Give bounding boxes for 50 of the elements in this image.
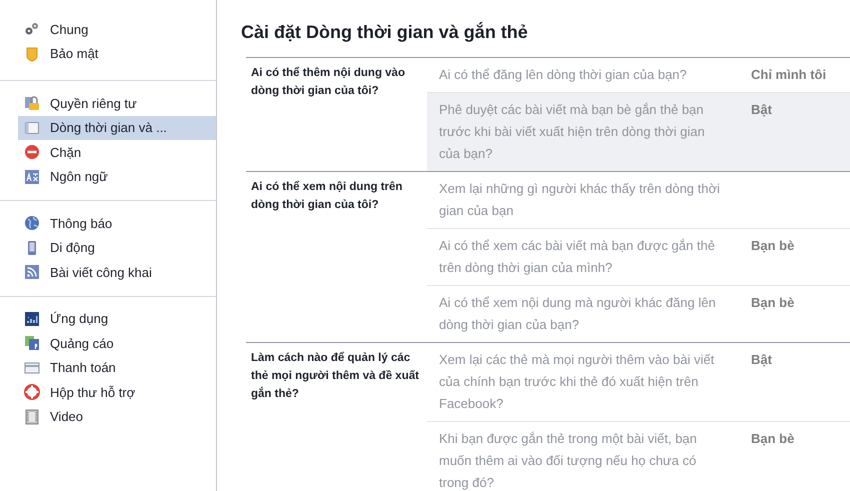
setting-question: Ai có thể xem các bài viết mà bạn được gắn thẻ trên dòng thời gian của mình? bbox=[439, 237, 716, 277]
sidebar-item[interactable]: Hộp thư hỗ trợ bbox=[18, 380, 216, 404]
card-icon bbox=[24, 360, 40, 376]
section-heading: Làm cách nào để quản lý các thẻ mọi người thêm và đề xuất gắn thẻ? bbox=[250, 350, 420, 402]
section-heading: Ai có thể thêm nội dung vào dòng thời gian của tôi? bbox=[250, 66, 406, 99]
sidebar-item[interactable]: Thanh toán bbox=[18, 356, 216, 380]
sidebar-item[interactable]: Bài viết công khai bbox=[18, 260, 216, 284]
setting-row[interactable]: Xem lại các thẻ mà mọi người thêm vào bài viết của chính bạn trước khi thẻ đó xuất hiện trên Facebook? Bật bbox=[427, 343, 850, 421]
setting-question: Phê duyệt các bài viết mà bạn bè gắn thẻ bạn trước khi bài viết xuất hiện trên dòng thời gian của bạn? bbox=[439, 101, 706, 163]
setting-question: Xem lại những gì người khác thấy trên dòng thời gian của bạn bbox=[439, 180, 721, 220]
sidebar-item[interactable]: Chặn bbox=[18, 140, 216, 164]
setting-row[interactable]: Phê duyệt các bài viết mà bạn bè gắn thẻ bạn trước khi bài viết xuất hiện trên dòng thời gian của bạn? Bật bbox=[427, 92, 850, 171]
setting-question: Xem lại các thẻ mà mọi người thêm vào bài viết của chính bạn trước khi thẻ đó xuất hiện trên Facebook? bbox=[439, 351, 716, 413]
sidebar-item[interactable]: Video bbox=[18, 404, 216, 429]
sidebar-item[interactable]: Ứng dụng bbox=[18, 306, 216, 331]
shield-icon bbox=[24, 46, 40, 62]
section-heading: Ai có thể xem nội dung trên dòng thời gian của tôi? bbox=[250, 180, 404, 213]
lifebuoy-icon bbox=[24, 384, 40, 400]
sidebar-item[interactable]: Quảng cáo bbox=[18, 331, 216, 356]
ads-icon bbox=[24, 335, 40, 352]
setting-value: Bật bbox=[751, 101, 772, 119]
setting-value: Bạn bè bbox=[751, 237, 794, 255]
translate-icon bbox=[24, 168, 40, 185]
page-title: Cài đặt Dòng thời gian và gắn thẻ bbox=[241, 21, 529, 43]
sidebar-item[interactable]: Chung bbox=[18, 17, 216, 42]
setting-row[interactable]: Ai có thể đăng lên dòng thời gian của bạn? Chỉ mình tôi bbox=[427, 58, 850, 92]
sidebar-item[interactable]: Thông báo bbox=[18, 211, 216, 236]
globe-icon bbox=[24, 215, 40, 232]
setting-row[interactable]: Khi bạn được gắn thẻ trong một bài viết, bạn muốn thêm ai vào đối tượng nếu họ chưa có trong đó? Bạn bè bbox=[427, 421, 850, 491]
feed-icon bbox=[24, 264, 40, 280]
sidebar-item[interactable]: Bảo mật bbox=[18, 42, 216, 66]
setting-value: Bật bbox=[751, 351, 772, 369]
setting-row[interactable]: Ai có thể xem nội dung mà người khác đăng lên dòng thời gian của bạn? Bạn bè bbox=[427, 285, 850, 342]
sidebar-item[interactable]: Ngôn ngữ bbox=[18, 164, 216, 189]
setting-value: Bạn bè bbox=[751, 294, 794, 312]
setting-question: Ai có thể xem nội dung mà người khác đăng lên dòng thời gian của bạn? bbox=[439, 294, 717, 334]
sidebar-item[interactable]: Dòng thời gian và ... bbox=[18, 116, 216, 140]
sidebar-item[interactable]: Di động bbox=[18, 236, 216, 260]
block-icon bbox=[24, 144, 40, 160]
lock-icon bbox=[24, 95, 40, 112]
apps-icon bbox=[24, 310, 40, 327]
setting-value: Bạn bè bbox=[751, 430, 794, 448]
setting-question: Khi bạn được gắn thẻ trong một bài viết, bạn muốn thêm ai vào đối tượng nếu họ chưa có trong đó? bbox=[439, 430, 698, 491]
setting-question: Ai có thể đăng lên dòng thời gian của bạn? bbox=[439, 66, 688, 84]
sidebar-item[interactable]: Quyền riêng tư bbox=[18, 91, 216, 116]
setting-row[interactable]: Ai có thể xem các bài viết mà bạn được gắn thẻ trên dòng thời gian của mình? Bạn bè bbox=[427, 228, 850, 285]
gears-icon bbox=[24, 21, 40, 38]
setting-value: Chỉ mình tôi bbox=[751, 66, 826, 84]
timeline-icon bbox=[24, 120, 40, 136]
film-icon bbox=[24, 408, 40, 425]
